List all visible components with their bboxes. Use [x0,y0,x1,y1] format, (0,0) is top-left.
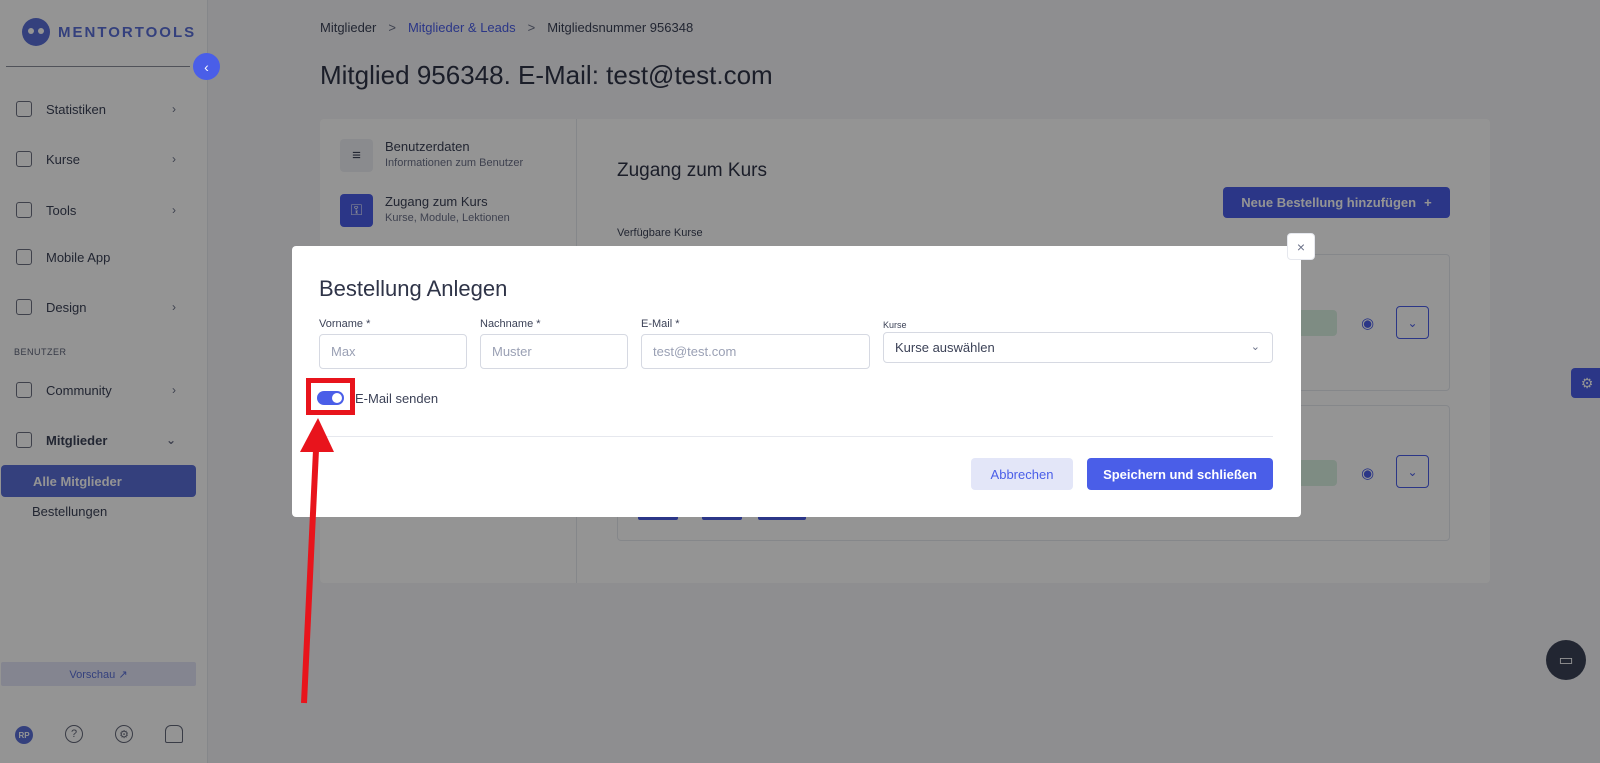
annotation-highlight-box [306,378,355,415]
vorname-input[interactable] [319,334,467,369]
email-toggle-label: E-Mail senden [355,391,439,406]
nachname-label: Nachname * [480,318,541,330]
cancel-button[interactable]: Abbrechen [971,458,1073,490]
email-toggle[interactable] [317,391,344,405]
kurse-label: Kurse [883,320,907,330]
email-label: E-Mail * [641,318,680,330]
modal-title: Bestellung Anlegen [319,276,508,301]
chevron-down-icon: ⌄ [1250,341,1260,353]
chevron-left-icon: ‹ [204,58,209,75]
kurse-select[interactable]: Kurse auswählen ⌄ [883,332,1273,363]
close-icon: × [1296,238,1306,255]
email-input[interactable] [641,334,870,369]
kurse-select-value: Kurse auswählen [895,340,995,355]
collapse-sidebar-button[interactable]: ‹ [193,53,220,80]
nachname-input[interactable] [480,334,628,369]
modal-divider [319,436,1273,437]
save-and-close-button[interactable]: Speichern und schließen [1087,458,1273,490]
vorname-label: Vorname * [319,318,371,330]
modal-close-button[interactable]: × [1287,233,1315,260]
order-modal: Bestellung Anlegen Vorname * Nachname * … [292,246,1301,517]
